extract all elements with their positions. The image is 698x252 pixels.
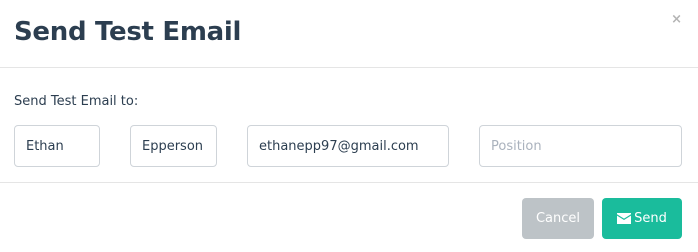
send-to-label: Send Test Email to: [14,94,139,109]
modal-footer: Cancel Send [0,183,698,252]
cancel-button[interactable]: Cancel [522,198,594,239]
send-button-label: Send [634,211,667,226]
cancel-button-label: Cancel [535,211,581,226]
first-name-field[interactable] [14,125,100,167]
last-name-field[interactable] [130,125,217,167]
send-test-email-modal: Send Test Email × Send Test Email to: Ca… [0,0,698,252]
envelope-icon [617,213,632,224]
close-button[interactable]: × [671,12,682,28]
position-field[interactable] [479,125,682,167]
send-button[interactable]: Send [602,198,682,239]
modal-body: Send Test Email to: [0,68,698,183]
email-field[interactable] [247,125,449,167]
modal-header: Send Test Email × [0,0,698,68]
modal-title: Send Test Email [14,17,242,47]
